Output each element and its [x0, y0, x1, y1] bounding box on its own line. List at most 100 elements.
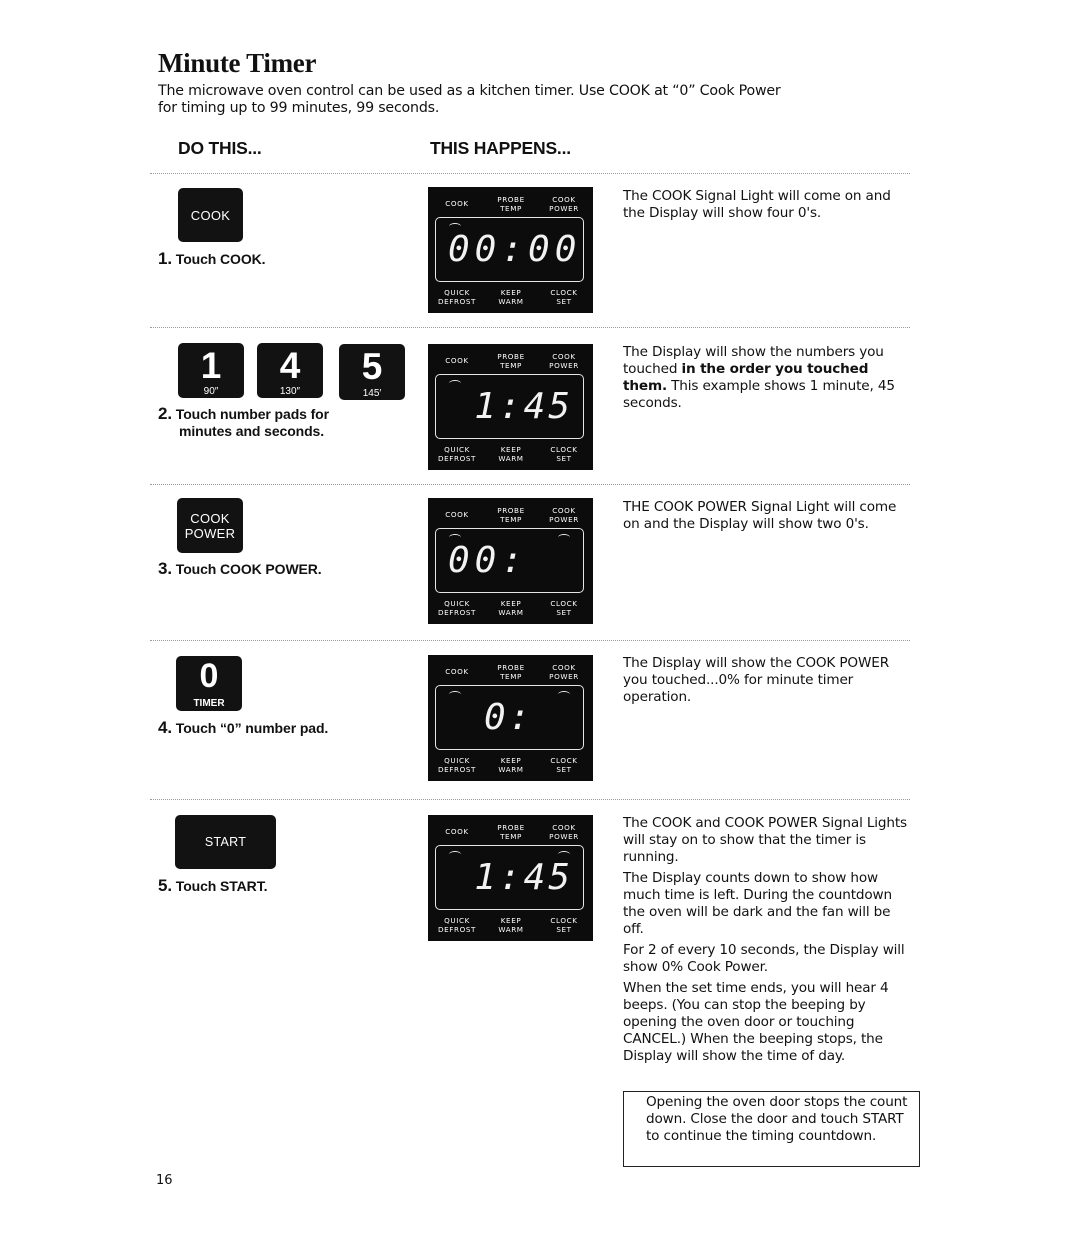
label-line: DEFROST: [437, 296, 476, 306]
panel-label-keep-warm: KEEP WARM: [486, 916, 536, 934]
panel-label-clock-set: CLOCK SET: [539, 288, 589, 306]
step-text: Touch number pads for: [175, 406, 329, 422]
label-line: TEMP: [500, 203, 522, 213]
step-number: 2.: [158, 404, 172, 423]
step-3-instruction: 3. Touch COOK POWER.: [158, 560, 322, 578]
step-text: Touch COOK POWER.: [175, 561, 322, 577]
label-line: WARM: [498, 764, 524, 774]
step-number: 4.: [158, 718, 172, 737]
label-line: TEMP: [500, 831, 522, 841]
column-heading-this-happens: THIS HAPPENS...: [430, 138, 571, 158]
panel-label-quick-defrost: QUICK DEFROST: [432, 288, 482, 306]
panel-label-keep-warm: KEEP WARM: [486, 445, 536, 463]
display-window: 00:: [435, 528, 584, 593]
pad-digit: 0: [199, 657, 219, 695]
panel-label-probe-temp: PROBE TEMP: [486, 352, 536, 370]
step-number: 1.: [158, 249, 172, 268]
step-text: Touch COOK.: [175, 251, 266, 267]
description-paragraph: The Display will show the COOK POWER you…: [623, 655, 889, 705]
number-pad-1: 1 90″: [178, 343, 244, 398]
step-1-instruction: 1. Touch COOK.: [158, 249, 266, 268]
panel-label-cook-power: COOK POWER: [539, 506, 589, 524]
cook-signal-light-icon: [449, 380, 461, 387]
panel-label-cook-power: COOK POWER: [539, 823, 589, 841]
display-window: 0:: [435, 685, 584, 750]
panel-label-probe-temp: PROBE TEMP: [486, 823, 536, 841]
cook-pad: COOK: [178, 188, 243, 242]
step-2-instruction: 2. Touch number pads for minutes and sec…: [158, 405, 329, 440]
note-box: Opening the oven door stops the count do…: [623, 1091, 920, 1167]
display-digits: 1:45: [474, 385, 573, 427]
label-line: WARM: [498, 296, 524, 306]
panel-label-clock-set: CLOCK SET: [539, 599, 589, 617]
number-pad-5: 5 145′: [339, 344, 405, 400]
panel-label-cook: COOK: [445, 356, 469, 365]
label-line: DEFROST: [437, 924, 476, 934]
description-paragraph: The COOK Signal Light will come on and t…: [623, 188, 891, 221]
cook-signal-light-icon: [449, 851, 461, 858]
display-panel: COOK PROBE TEMP COOK POWER 00: QUICK DEFROS…: [428, 498, 593, 624]
step-5-instruction: 5. Touch START.: [158, 877, 267, 895]
step-5-description: The COOK and COOK POWER Signal Lights wi…: [623, 815, 908, 1069]
display-digits: 00:: [448, 539, 529, 581]
column-heading-do-this: DO THIS...: [178, 138, 262, 158]
panel-label-quick-defrost: QUICK DEFROST: [432, 756, 482, 774]
display-digits: 1:45: [474, 856, 573, 898]
panel-label-cook: COOK: [445, 199, 469, 208]
pad-sub-label: 130″: [279, 386, 301, 397]
cook-signal-light-icon: [449, 691, 461, 698]
panel-label-cook: COOK: [445, 827, 469, 836]
display-window: 00:00: [435, 217, 584, 282]
pad-sub-label: 90″: [203, 386, 219, 397]
separator: [150, 173, 910, 174]
number-pad-4: 4 130″: [257, 343, 323, 398]
step-4-description: The Display will show the COOK POWER you…: [623, 655, 908, 710]
panel-label-clock-set: CLOCK SET: [539, 756, 589, 774]
label-line: TEMP: [500, 671, 522, 681]
panel-label-quick-defrost: QUICK DEFROST: [432, 599, 482, 617]
display-digits: 0:: [484, 696, 534, 738]
label-line: SET: [556, 607, 572, 617]
label-line: DEFROST: [437, 453, 476, 463]
label-line: WARM: [498, 607, 524, 617]
step-text-continued: minutes and seconds.: [179, 423, 325, 439]
label-line: POWER: [549, 671, 579, 681]
cook-power-signal-light-icon: [558, 534, 570, 541]
panel-label-probe-temp: PROBE TEMP: [486, 663, 536, 681]
label-line: TEMP: [500, 514, 522, 524]
separator: [150, 799, 910, 800]
panel-label-quick-defrost: QUICK DEFROST: [432, 445, 482, 463]
intro-paragraph: The microwave oven control can be used a…: [158, 83, 781, 116]
panel-label-cook: COOK: [445, 510, 469, 519]
description-paragraph: The Display will show the numbers you to…: [623, 344, 908, 412]
description-paragraph: The Display counts down to show how much…: [623, 870, 892, 937]
page-number: 16: [156, 1173, 173, 1188]
description-paragraph: THE COOK POWER Signal Light will come on…: [623, 499, 897, 532]
label-line: POWER: [549, 514, 579, 524]
panel-label-probe-temp: PROBE TEMP: [486, 195, 536, 213]
separator: [150, 640, 910, 641]
pad-label-line: POWER: [184, 525, 236, 541]
start-pad-label: START: [204, 834, 247, 849]
separator: [150, 484, 910, 485]
panel-label-keep-warm: KEEP WARM: [486, 288, 536, 306]
pad-digit: 1: [200, 345, 222, 386]
panel-label-keep-warm: KEEP WARM: [486, 756, 536, 774]
label-line: POWER: [549, 203, 579, 213]
cook-pad-label: COOK: [190, 207, 231, 223]
label-line: DEFROST: [437, 764, 476, 774]
label-line: WARM: [498, 453, 524, 463]
panel-label-cook: COOK: [445, 667, 469, 676]
number-pad-0-timer: 0 TIMER: [176, 656, 242, 711]
panel-label-quick-defrost: QUICK DEFROST: [432, 916, 482, 934]
description-paragraph: When the set time ends, you will hear 4 …: [623, 980, 889, 1064]
panel-label-keep-warm: KEEP WARM: [486, 599, 536, 617]
panel-label-cook-power: COOK POWER: [539, 663, 589, 681]
description-paragraph: The COOK and COOK POWER Signal Lights wi…: [623, 815, 907, 865]
label-line: SET: [556, 453, 572, 463]
label-line: SET: [556, 924, 572, 934]
separator: [150, 327, 910, 328]
label-line: SET: [556, 296, 572, 306]
description-paragraph: For 2 of every 10 seconds, the Display w…: [623, 942, 905, 975]
step-number: 5.: [158, 876, 172, 895]
